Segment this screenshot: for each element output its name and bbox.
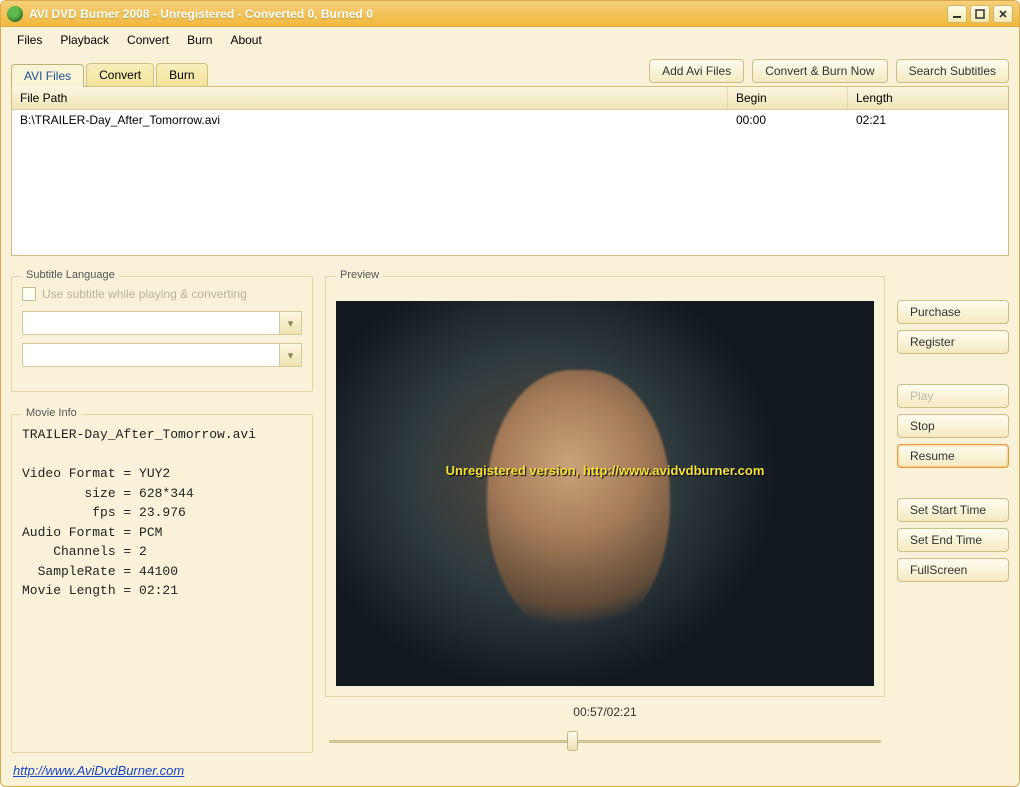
file-grid[interactable]: File Path Begin Length B:\TRAILER-Day_Af… [11, 86, 1009, 256]
menu-about[interactable]: About [222, 31, 269, 49]
col-begin[interactable]: Begin [728, 87, 848, 109]
side-buttons: Purchase Register Play Stop Resume Set S… [897, 276, 1009, 753]
subtitle-title: Subtitle Language [22, 269, 119, 281]
menu-burn[interactable]: Burn [179, 31, 220, 49]
use-subtitle-checkbox[interactable] [22, 287, 36, 301]
register-button[interactable]: Register [897, 330, 1009, 354]
col-length[interactable]: Length [848, 87, 978, 109]
grid-header: File Path Begin Length [12, 87, 1008, 110]
subtitle-combo-1[interactable]: ▾ [22, 311, 302, 335]
preview-group: Preview Unregistered version, http://www… [325, 276, 885, 697]
tab-avi-files[interactable]: AVI Files [11, 64, 84, 87]
client-area: AVI Files Convert Burn Add Avi Files Con… [1, 53, 1019, 757]
movie-info-group: Movie Info TRAILER-Day_After_Tomorrow.av… [11, 414, 313, 753]
movie-info-text: TRAILER-Day_After_Tomorrow.avi Video For… [22, 425, 302, 601]
set-start-time-button[interactable]: Set Start Time [897, 498, 1009, 522]
preview-title: Preview [336, 269, 383, 281]
window-title: AVI DVD Burner 2008 - Unregistered - Con… [29, 7, 947, 21]
set-end-time-button[interactable]: Set End Time [897, 528, 1009, 552]
resume-button[interactable]: Resume [897, 444, 1009, 468]
subtitle-combo-2[interactable]: ▾ [22, 343, 302, 367]
cell-begin: 00:00 [728, 113, 848, 127]
menu-convert[interactable]: Convert [119, 31, 177, 49]
seek-track [329, 740, 881, 743]
convert-burn-now-button[interactable]: Convert & Burn Now [752, 59, 887, 83]
menu-files[interactable]: Files [9, 31, 50, 49]
tab-convert[interactable]: Convert [86, 63, 154, 86]
playback-time: 00:57/02:21 [325, 705, 885, 719]
cell-length: 02:21 [848, 113, 978, 127]
chevron-down-icon[interactable]: ▾ [279, 312, 301, 334]
menubar: Files Playback Convert Burn About [1, 27, 1019, 53]
col-file-path[interactable]: File Path [12, 87, 728, 109]
stop-button[interactable]: Stop [897, 414, 1009, 438]
purchase-button[interactable]: Purchase [897, 300, 1009, 324]
close-button[interactable] [993, 5, 1013, 23]
use-subtitle-label: Use subtitle while playing & converting [42, 287, 247, 301]
tab-strip: AVI Files Convert Burn [11, 63, 208, 86]
menu-playback[interactable]: Playback [52, 31, 117, 49]
video-preview[interactable]: Unregistered version, http://www.avidvdb… [336, 301, 874, 686]
app-window: AVI DVD Burner 2008 - Unregistered - Con… [0, 0, 1020, 787]
watermark-text: Unregistered version, http://www.avidvdb… [446, 463, 765, 478]
tab-burn[interactable]: Burn [156, 63, 207, 86]
footer: http://www.AviDvdBurner.com [1, 757, 1019, 786]
video-frame-subject [487, 370, 670, 640]
seek-thumb[interactable] [567, 731, 578, 751]
titlebar[interactable]: AVI DVD Burner 2008 - Unregistered - Con… [1, 1, 1019, 27]
maximize-button[interactable] [970, 5, 990, 23]
add-avi-files-button[interactable]: Add Avi Files [649, 59, 744, 83]
seek-slider[interactable] [329, 731, 881, 751]
search-subtitles-button[interactable]: Search Subtitles [896, 59, 1009, 83]
subtitle-group: Subtitle Language Use subtitle while pla… [11, 276, 313, 392]
fullscreen-button[interactable]: FullScreen [897, 558, 1009, 582]
table-row[interactable]: B:\TRAILER-Day_After_Tomorrow.avi 00:00 … [12, 110, 1008, 130]
chevron-down-icon[interactable]: ▾ [279, 344, 301, 366]
movie-info-title: Movie Info [22, 407, 81, 419]
app-icon [7, 6, 23, 22]
cell-path: B:\TRAILER-Day_After_Tomorrow.avi [12, 113, 728, 127]
play-button[interactable]: Play [897, 384, 1009, 408]
minimize-button[interactable] [947, 5, 967, 23]
website-link[interactable]: http://www.AviDvdBurner.com [13, 763, 184, 778]
